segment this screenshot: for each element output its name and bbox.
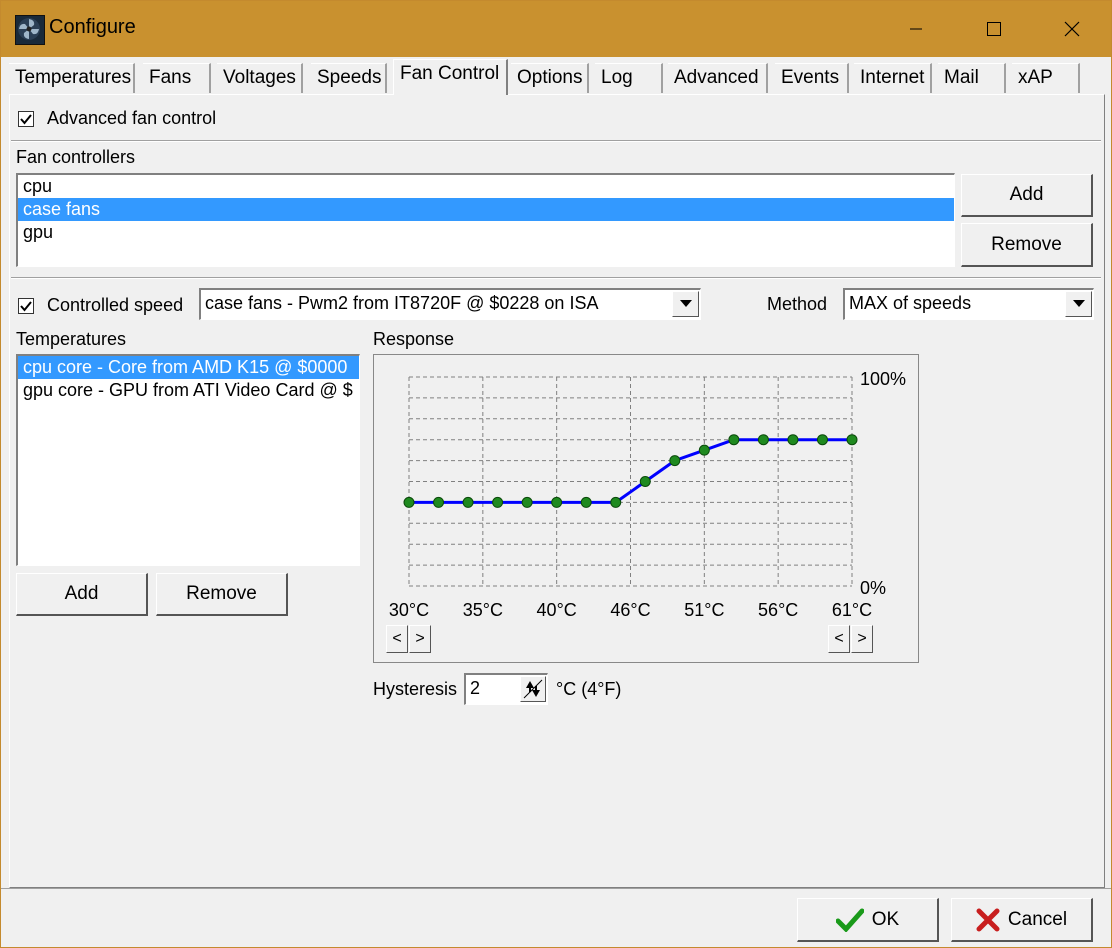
x-tick-label: 30°C <box>389 600 429 620</box>
advanced-fan-control-label: Advanced fan control <box>47 108 217 128</box>
list-item[interactable]: gpu core - GPU from ATI Video Card @ $ <box>18 379 359 402</box>
close-button[interactable] <box>1033 1 1111 57</box>
advanced-fan-control-checkbox[interactable] <box>18 111 34 127</box>
maximize-button[interactable] <box>955 1 1033 57</box>
hysteresis-unit: °C (4°F) <box>556 679 622 699</box>
tab-speeds[interactable]: Speeds <box>311 63 387 93</box>
tab-fan-control[interactable]: Fan Control <box>393 59 508 95</box>
tab-fans[interactable]: Fans <box>143 63 211 93</box>
tab-advanced[interactable]: Advanced <box>668 63 768 93</box>
window-title: Configure <box>49 16 136 38</box>
curve-point <box>846 434 858 446</box>
list-item[interactable]: case fans <box>18 198 954 221</box>
list-item[interactable]: cpu <box>18 175 954 198</box>
curve-point <box>433 496 445 508</box>
ok-label: OK <box>871 908 900 930</box>
chevron-down-icon <box>1072 300 1085 307</box>
left-next-button[interactable]: > <box>409 625 431 653</box>
maximize-icon <box>987 22 1001 36</box>
close-icon <box>1064 21 1080 37</box>
controlled-speed-checkbox[interactable] <box>18 298 34 314</box>
response-chart-svg[interactable]: 30°C 35°C 40°C 46°C 51°C 56°C 61°C 100% 0% <box>374 355 918 662</box>
hysteresis-label: Hysteresis <box>373 679 458 699</box>
green-check-icon <box>835 908 864 932</box>
list-item[interactable]: gpu <box>18 221 954 244</box>
remove-controller-button[interactable]: Remove <box>961 223 1093 267</box>
x-tick-label: 46°C <box>610 600 650 620</box>
curve-point <box>551 496 563 508</box>
add-temperature-button[interactable]: Add <box>16 573 148 616</box>
tab-internet[interactable]: Internet <box>854 63 932 93</box>
tab-events[interactable]: Events <box>775 63 849 93</box>
x-tick-label: 35°C <box>463 600 503 620</box>
tab-log[interactable]: Log <box>595 63 663 93</box>
hysteresis-value: 2 <box>470 678 481 698</box>
curve-point <box>521 496 533 508</box>
tab-temperatures[interactable]: Temperatures <box>9 63 135 93</box>
curve-point <box>816 434 828 446</box>
title-bar[interactable]: Configure <box>1 1 1111 57</box>
x-tick-label: 56°C <box>758 600 798 620</box>
checkmark-icon <box>20 301 32 312</box>
divider <box>11 277 1101 279</box>
spinner-buttons[interactable] <box>520 676 546 702</box>
divider <box>11 140 1101 142</box>
fan-app-icon <box>15 15 45 45</box>
cancel-button[interactable]: Cancel <box>951 898 1093 942</box>
fan-controllers-list[interactable]: cpu case fans gpu <box>16 173 955 267</box>
curve-point <box>492 496 504 508</box>
checkmark-icon <box>20 114 32 125</box>
cancel-label: Cancel <box>1007 908 1068 930</box>
left-prev-button[interactable]: < <box>386 625 408 653</box>
dropdown-button[interactable] <box>1065 291 1092 317</box>
x-tick-label: 40°C <box>537 600 577 620</box>
dropdown-button[interactable] <box>672 291 699 317</box>
curve-point <box>698 444 710 456</box>
temperatures-list[interactable]: cpu core - Core from AMD K15 @ $0000 gpu… <box>16 354 360 566</box>
curve-point <box>757 434 769 446</box>
tab-xap[interactable]: xAP <box>1012 63 1080 93</box>
curve-point <box>639 476 651 487</box>
ok-button[interactable]: OK <box>797 898 939 942</box>
up-down-arrows-icon <box>523 679 543 699</box>
response-label: Response <box>373 329 455 349</box>
add-controller-button[interactable]: Add <box>961 174 1093 217</box>
response-chart[interactable]: 30°C 35°C 40°C 46°C 51°C 56°C 61°C 100% 0% < > <… <box>373 354 919 663</box>
configure-window: Configure Temperatures Fans Voltages Spe… <box>0 0 1112 948</box>
method-label: Method <box>767 294 828 314</box>
minimize-icon <box>910 28 922 30</box>
curve-point <box>728 434 740 446</box>
fan-controllers-label: Fan controllers <box>16 147 136 167</box>
hysteresis-spinner[interactable]: 2 <box>464 673 548 705</box>
x-tick-label: 51°C <box>684 600 724 620</box>
right-next-button[interactable]: > <box>851 625 873 653</box>
controlled-speed-select[interactable]: case fans - Pwm2 from IT8720F @ $0228 on… <box>199 288 701 320</box>
controlled-speed-label: Controlled speed <box>47 295 184 315</box>
list-item[interactable]: cpu core - Core from AMD K15 @ $0000 <box>18 356 359 379</box>
curve-point <box>580 496 592 508</box>
temperatures-label: Temperatures <box>16 329 127 349</box>
y-max-label: 100% <box>860 369 906 389</box>
method-value: MAX of speeds <box>849 293 972 313</box>
tab-mail[interactable]: Mail <box>938 63 1006 93</box>
minimize-button[interactable] <box>877 1 955 57</box>
curve-point <box>610 496 622 508</box>
tab-options[interactable]: Options <box>511 63 589 93</box>
y-min-label: 0% <box>860 578 886 598</box>
x-tick-label: 61°C <box>832 600 872 620</box>
curve-point <box>462 496 474 508</box>
method-select[interactable]: MAX of speeds <box>843 288 1094 320</box>
remove-temperature-button[interactable]: Remove <box>156 573 288 616</box>
red-x-icon <box>976 908 1000 931</box>
controlled-speed-value: case fans - Pwm2 from IT8720F @ $0228 on… <box>205 293 599 313</box>
curve-point <box>403 496 415 508</box>
curve-point <box>669 455 681 467</box>
footer-divider <box>1 888 1111 889</box>
tab-voltages[interactable]: Voltages <box>217 63 303 93</box>
right-prev-button[interactable]: < <box>828 625 850 653</box>
curve-point <box>787 434 799 446</box>
chevron-down-icon <box>679 300 692 307</box>
